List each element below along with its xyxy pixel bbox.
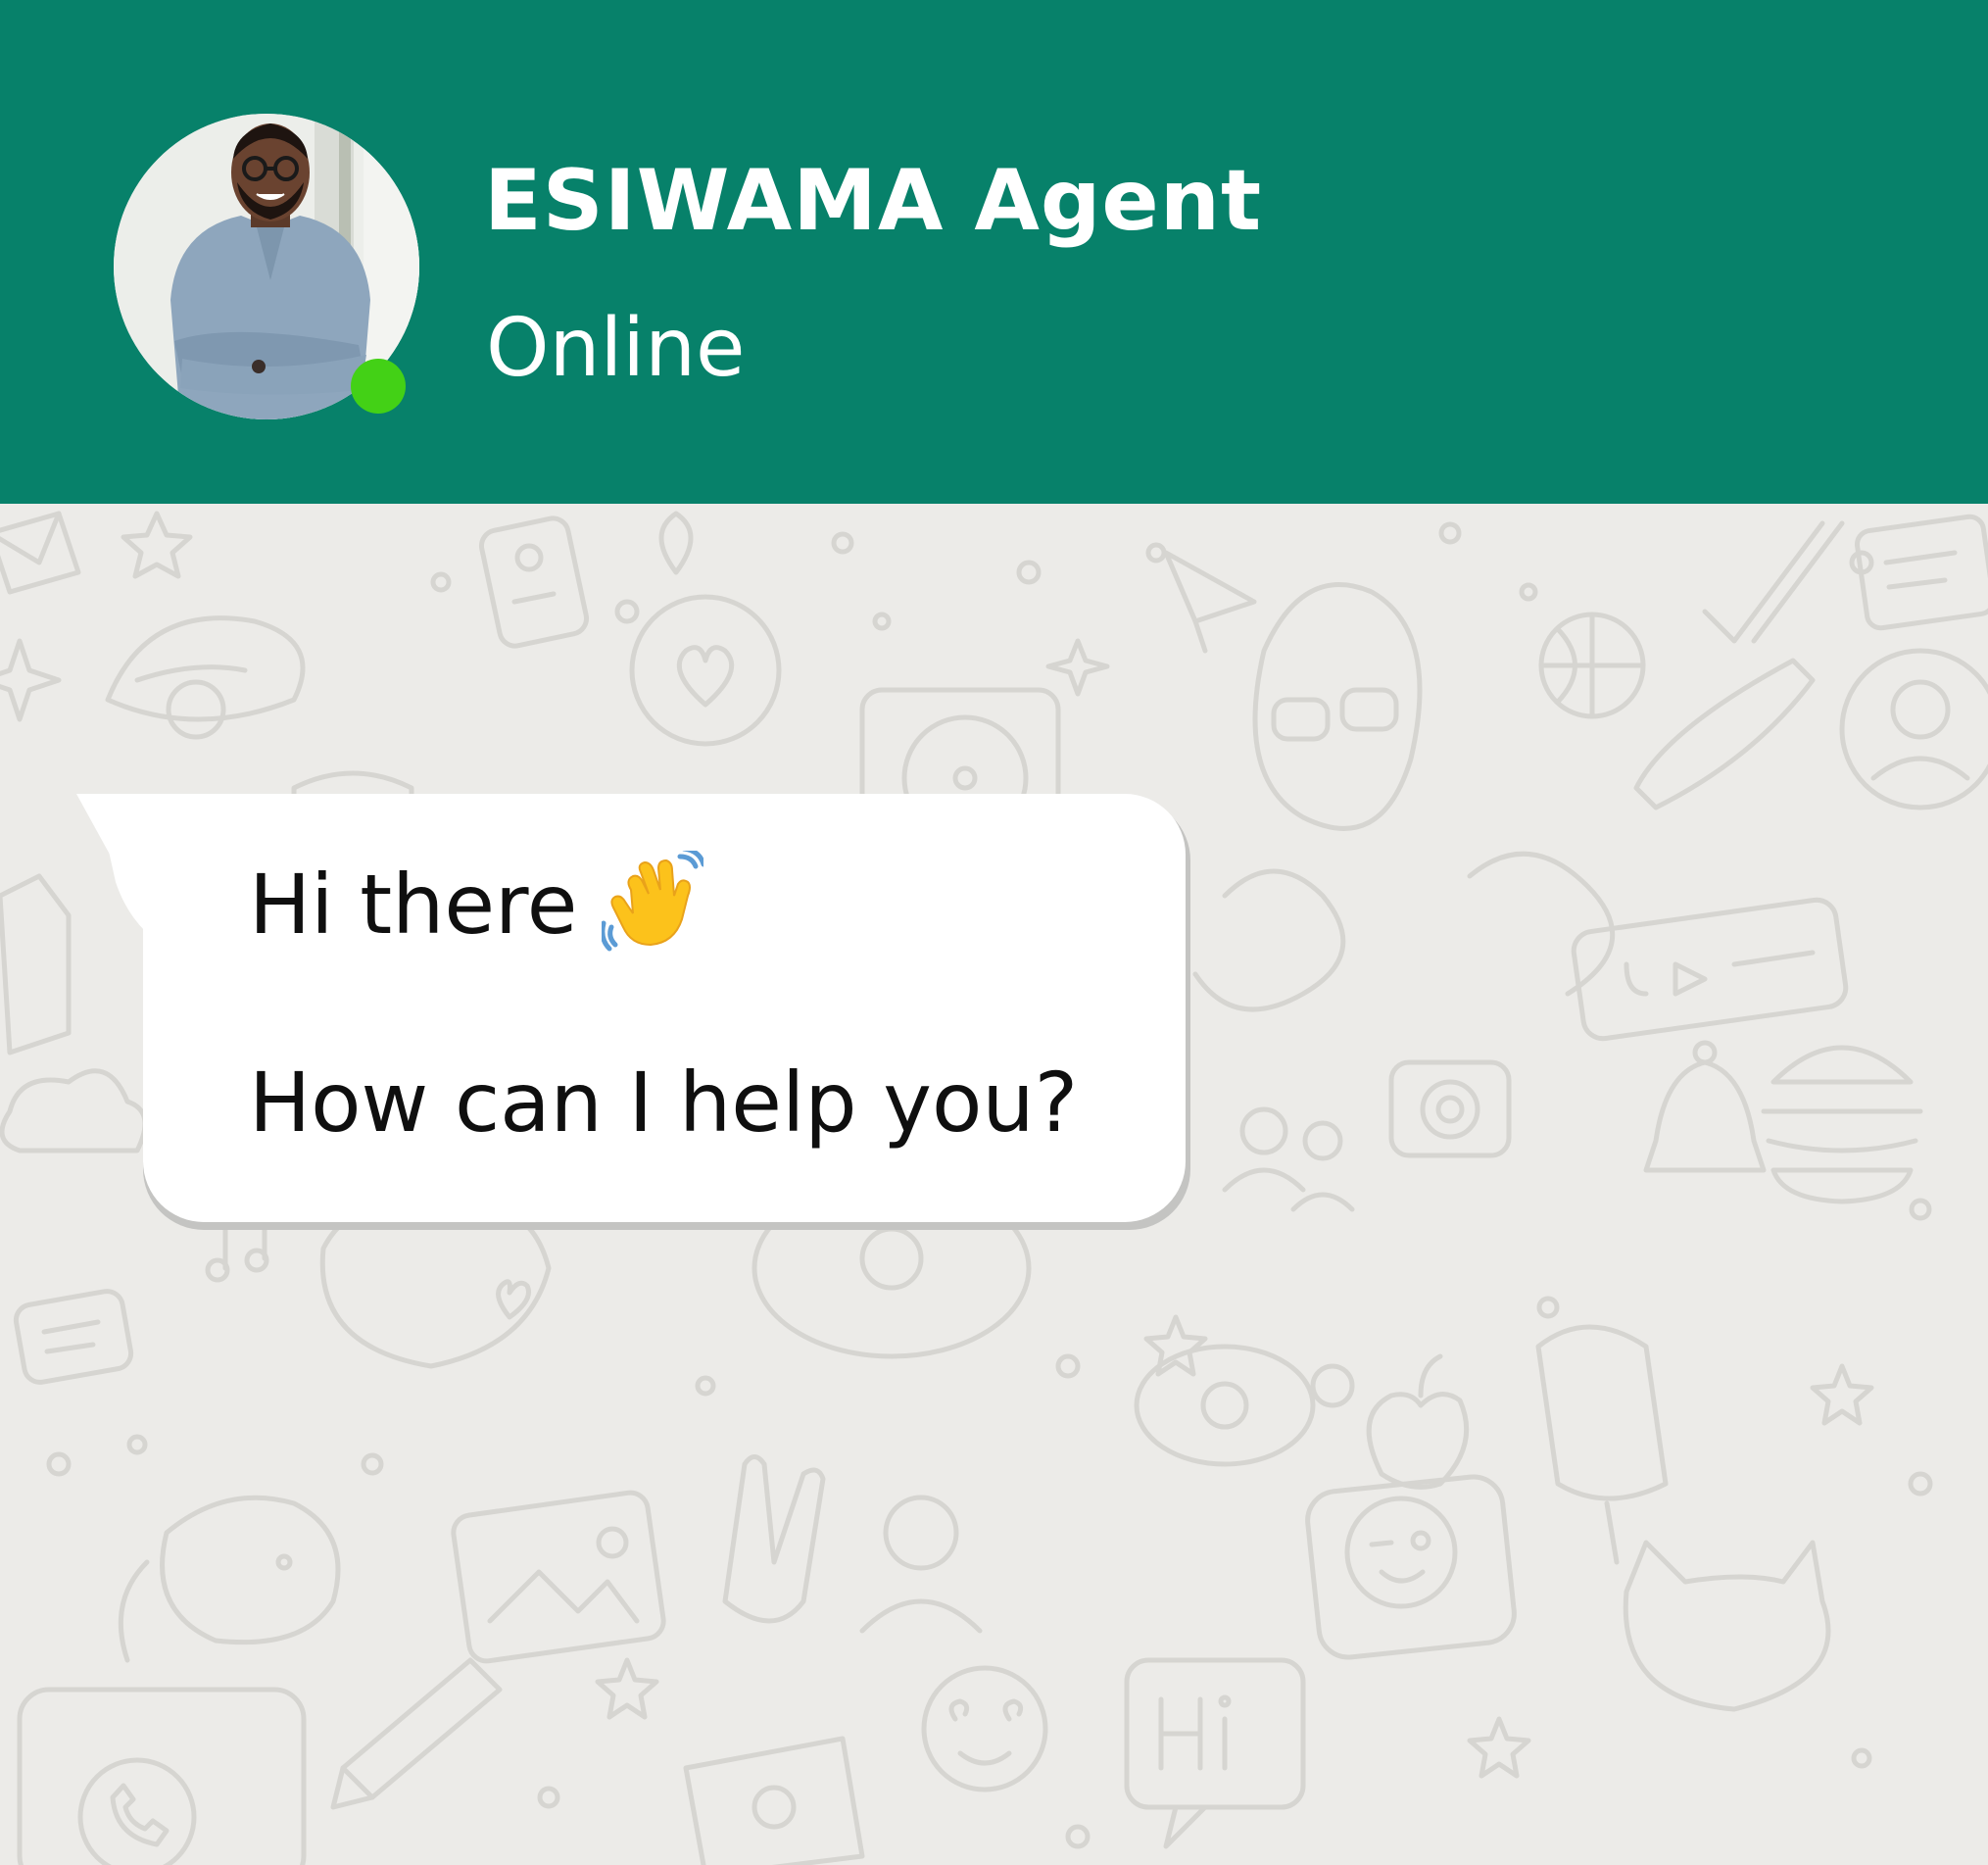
- message-line-greeting: Hi there: [249, 857, 578, 953]
- wink-face-icon: [1305, 1474, 1517, 1660]
- envelope-icon: [0, 511, 81, 595]
- clipboard-icon: [478, 515, 590, 649]
- paper-plane-icon: [1163, 550, 1257, 654]
- person-icon: [859, 1495, 983, 1634]
- heart-icon: [629, 594, 782, 747]
- camera-icon: [1388, 1059, 1512, 1158]
- online-status-dot: [351, 359, 406, 414]
- apple-icon: [1366, 1353, 1470, 1490]
- star-icon: [121, 511, 193, 579]
- heart-eyes-face-icon: [921, 1665, 1048, 1792]
- bag-icon: [683, 1736, 865, 1865]
- popsicle-icon: [1535, 1324, 1669, 1565]
- phone-icon: [17, 1687, 307, 1865]
- sunglasses-icon: [1252, 582, 1423, 831]
- chat-header: ESIWAMA Agent Online: [0, 0, 1988, 504]
- burger-icon: [1761, 1045, 1923, 1204]
- contact-name: ESIWAMA Agent: [484, 152, 1263, 250]
- chat-window: ESIWAMA Agent Online Hi there How can I …: [0, 0, 1988, 1865]
- contact-status: Online: [486, 302, 746, 395]
- cap-icon: [105, 615, 306, 740]
- circle-dots: [430, 521, 1874, 631]
- play-bar-icon: [1571, 897, 1849, 1042]
- dog-icon: [118, 1495, 341, 1663]
- bubble-tail: [76, 794, 223, 931]
- people-icon: [1222, 1106, 1355, 1212]
- sparkle-icon: [0, 638, 1110, 722]
- cat-icon: [1623, 1540, 1831, 1712]
- message-line-question: How can I help you?: [249, 1055, 1079, 1151]
- location-pin-icon: [658, 511, 694, 575]
- milk-carton-icon: [0, 873, 72, 1055]
- shoe-icon: [1633, 658, 1816, 810]
- circle-dots-lower: [46, 1120, 1933, 1849]
- message-card-icon: [13, 1289, 134, 1385]
- basketball-icon: [1538, 612, 1646, 719]
- swirl-icon: [1192, 851, 1616, 1012]
- bell-icon: [1643, 1040, 1767, 1173]
- profile-icon: [1839, 648, 1988, 810]
- pencil-icon: [330, 1657, 503, 1810]
- picture-frame-icon: [451, 1490, 666, 1664]
- peace-hand-icon: [722, 1454, 826, 1624]
- double-check-icon: [1702, 520, 1845, 644]
- hi-speech-bubble-icon: [1124, 1657, 1306, 1849]
- waving-hand-icon: [602, 851, 703, 952]
- card-icon: [1854, 514, 1988, 631]
